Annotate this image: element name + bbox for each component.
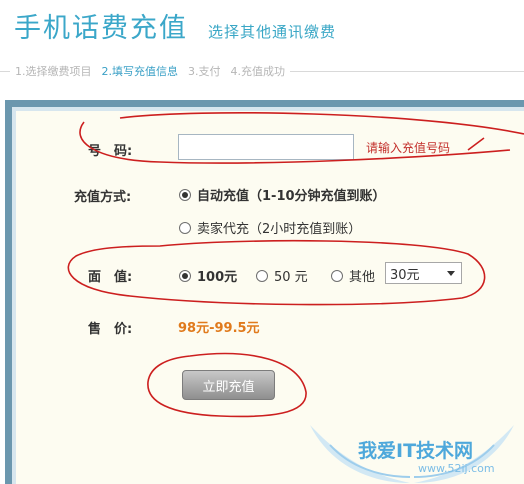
method-auto-radio[interactable]: 自动充值（1-10分钟充值到账） xyxy=(179,185,386,204)
step-divider xyxy=(0,70,10,72)
step-1: 1.选择缴费项目 xyxy=(15,65,92,78)
radio-checked-icon xyxy=(179,269,191,282)
radio-unchecked-icon xyxy=(179,221,191,234)
phone-number-input[interactable] xyxy=(178,134,354,160)
chevron-down-icon xyxy=(447,271,455,276)
watermark-url: www.52ij.com xyxy=(418,462,495,475)
price-label: 售 价: xyxy=(88,322,133,337)
watermark-text: 我爱IT技术网 xyxy=(358,440,474,462)
radio-unchecked-icon xyxy=(331,269,343,282)
amount-100-label: 100元 xyxy=(197,270,238,285)
phone-label: 号 码: xyxy=(88,144,133,159)
step-2: 2.填写充值信息 xyxy=(101,65,179,78)
amount-100-radio[interactable]: 100元 xyxy=(179,266,237,285)
other-payment-link[interactable]: 选择其他通讯缴费 xyxy=(208,21,336,42)
amount-other-label: 其他 xyxy=(349,270,376,285)
recharge-now-button[interactable]: 立即充值 xyxy=(182,370,275,400)
method-seller-label: 卖家代充（2小时充值到账） xyxy=(197,222,362,237)
step-divider xyxy=(290,70,524,72)
radio-unchecked-icon xyxy=(256,269,268,282)
page-title: 手机话费充值 xyxy=(14,13,188,44)
amount-50-label: 50 元 xyxy=(274,270,308,285)
step-progress: 1.选择缴费项目 2.填写充值信息 3.支付 4.充值成功 xyxy=(0,60,524,82)
method-label: 充值方式: xyxy=(74,190,132,205)
step-4: 4.充值成功 xyxy=(230,65,286,78)
radio-checked-icon xyxy=(179,188,191,201)
price-value: 98元-99.5元 xyxy=(178,321,260,336)
form-background xyxy=(16,111,524,484)
amount-other-radio[interactable]: 其他 xyxy=(331,266,375,285)
method-auto-label: 自动充值（1-10分钟充值到账） xyxy=(197,189,386,204)
amount-other-select[interactable]: 30元 xyxy=(385,262,462,284)
method-seller-radio[interactable]: 卖家代充（2小时充值到账） xyxy=(179,218,361,237)
recharge-now-label: 立即充值 xyxy=(202,379,255,395)
amount-label: 面 值: xyxy=(88,270,133,285)
phone-hint: 请输入充值号码 xyxy=(366,141,451,155)
amount-50-radio[interactable]: 50 元 xyxy=(256,266,308,285)
step-3: 3.支付 xyxy=(188,65,221,78)
page-header: 手机话费充值 选择其他通讯缴费 xyxy=(14,6,336,50)
amount-other-value: 30元 xyxy=(390,267,420,283)
